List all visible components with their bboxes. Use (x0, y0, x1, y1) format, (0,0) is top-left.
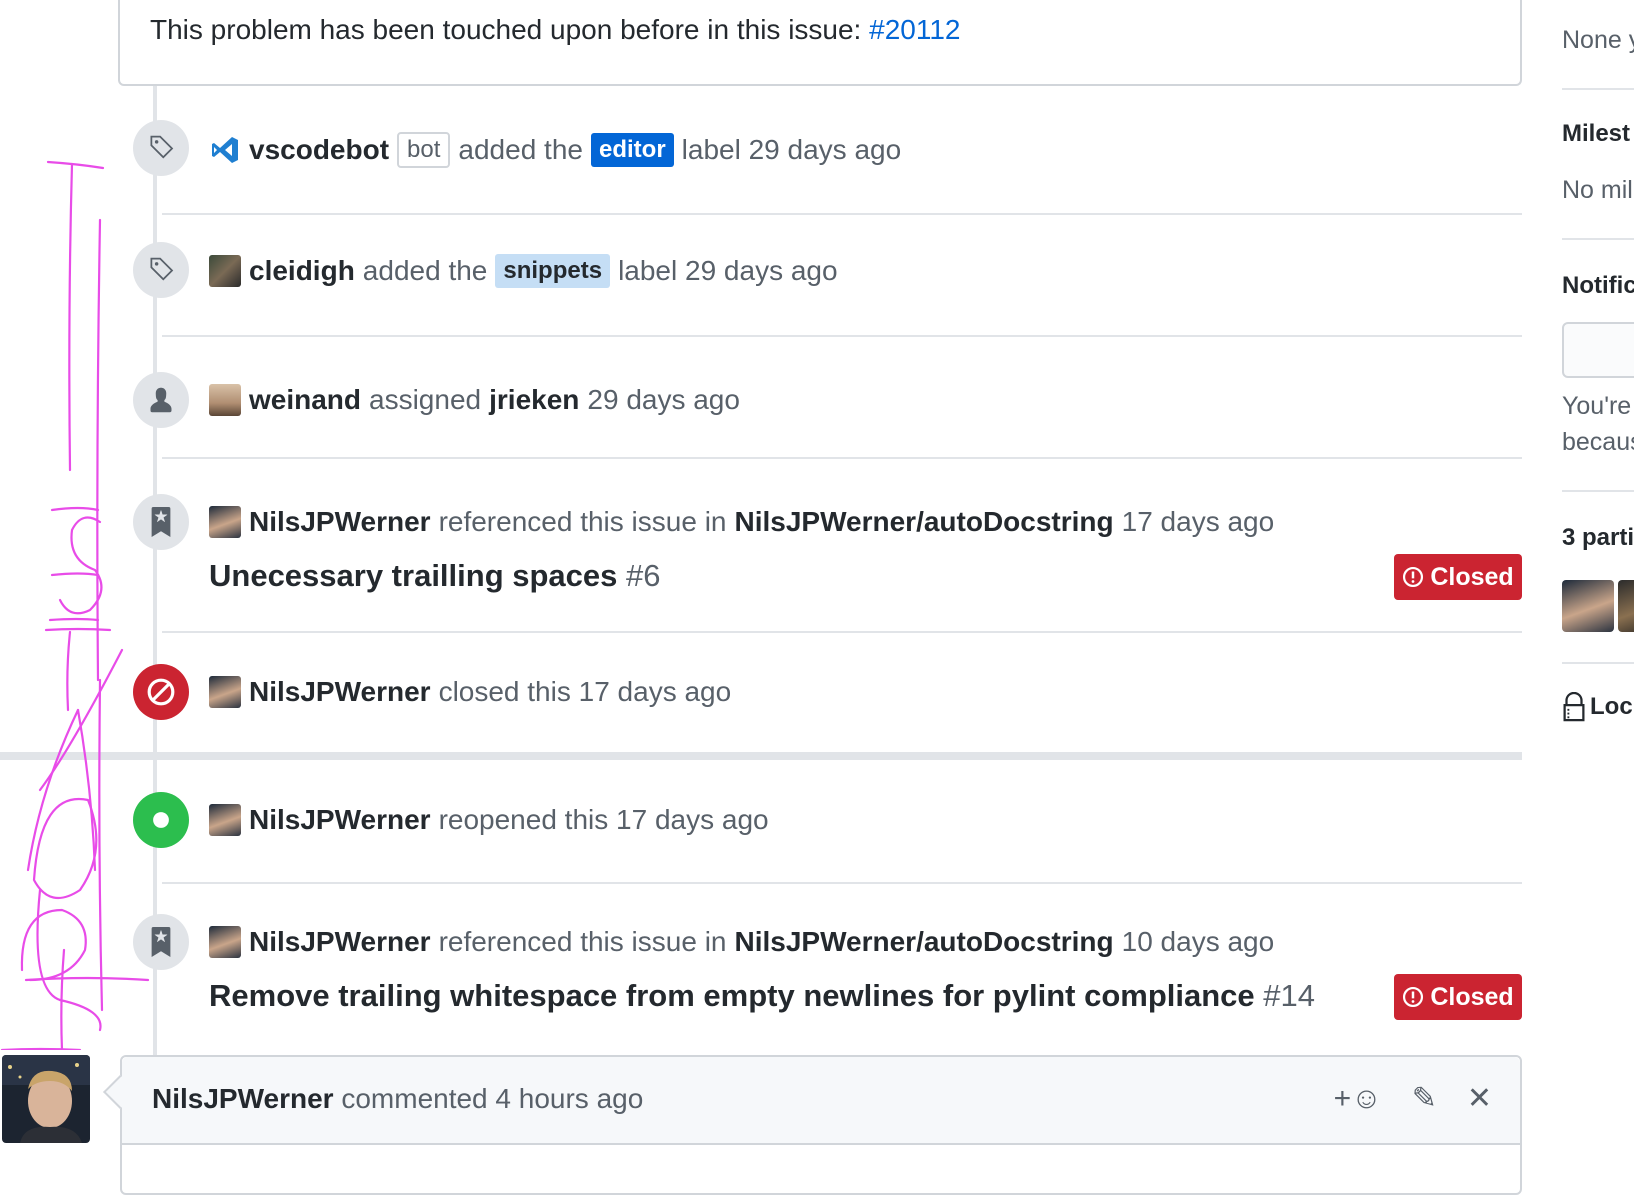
comment-box: NilsJPWerner commented 4 hours ago +☺ ✎ … (120, 1055, 1522, 1195)
comment-byline: NilsJPWerner commented 4 hours ago (152, 1083, 643, 1115)
referenced-issue-title[interactable]: Remove trailing whitespace from empty ne… (209, 978, 1315, 1014)
actor-link[interactable]: vscodebot (249, 134, 389, 166)
milestone-value: No mil (1562, 176, 1633, 204)
event-time[interactable]: 10 days ago (1122, 926, 1275, 958)
sidebar-divider (1562, 662, 1634, 664)
avatar[interactable] (209, 255, 241, 287)
event-verb: added the (458, 134, 583, 165)
actor-link[interactable]: NilsJPWerner (249, 804, 431, 836)
state-change-divider (0, 752, 1522, 760)
milestone-heading[interactable]: Milest (1562, 120, 1630, 148)
label-snippets[interactable]: snippets (495, 254, 611, 288)
comment-author-link[interactable]: NilsJPWerner (152, 1083, 334, 1114)
timeline-event: NilsJPWerner referenced this issue in Ni… (133, 914, 1522, 1044)
dot-icon (133, 792, 189, 848)
event-verb: referenced this issue in (438, 926, 727, 957)
subscribe-button[interactable] (1562, 322, 1634, 378)
bot-tag: bot (397, 132, 451, 168)
notify-reason-line1: You're (1562, 392, 1632, 420)
timeline-event: NilsJPWerner closed this 17 days ago (133, 664, 1522, 734)
avatar[interactable] (209, 384, 241, 416)
status-text: Closed (1430, 562, 1514, 591)
referenced-issue-title[interactable]: Unecessary trailling spaces #6 (209, 558, 661, 594)
add-reaction-icon[interactable]: +☺ (1334, 1082, 1382, 1116)
tag-icon (133, 120, 189, 176)
ref-number[interactable]: #14 (1263, 978, 1315, 1013)
event-time[interactable]: label 29 days ago (682, 134, 902, 166)
status-text: Closed (1430, 982, 1514, 1011)
comment-author-avatar[interactable] (2, 1055, 90, 1143)
actor-link[interactable]: cleidigh (249, 255, 355, 287)
participants-heading: 3 parti (1562, 524, 1634, 551)
timeline-event: cleidigh added the snippets label 29 day… (133, 242, 1522, 334)
sidebar-divider (1562, 88, 1634, 90)
tag-icon (133, 242, 189, 298)
closed-status-badge: Closed (1394, 974, 1522, 1020)
event-verb: referenced this issue in (438, 506, 727, 537)
circle-slash-icon (133, 664, 189, 720)
event-verb: added the (362, 255, 488, 286)
close-icon[interactable]: ✕ (1467, 1081, 1492, 1116)
divider (162, 335, 1522, 337)
comment-header: NilsJPWerner commented 4 hours ago +☺ ✎ … (122, 1057, 1520, 1145)
divider (162, 882, 1522, 884)
event-time[interactable]: label 29 days ago (618, 255, 838, 287)
sidebar-divider (1562, 490, 1634, 492)
avatar[interactable] (209, 676, 241, 708)
actor-link[interactable]: NilsJPWerner (249, 676, 431, 708)
event-verb: closed this 17 days ago (438, 676, 732, 707)
lock-icon (1563, 692, 1585, 722)
avatar[interactable] (209, 926, 241, 958)
assignees-value: None y (1562, 26, 1634, 54)
label-editor[interactable]: editor (590, 133, 674, 167)
closed-status-badge: Closed (1394, 554, 1522, 600)
comment-body-text: This problem has been touched upon befor… (150, 14, 960, 46)
timeline-event: NilsJPWerner reopened this 17 days ago (133, 792, 1522, 862)
divider (162, 457, 1522, 459)
ref-title-text[interactable]: Unecessary trailling spaces (209, 558, 617, 593)
closed-issue-icon (1403, 566, 1424, 588)
closed-issue-icon (1403, 986, 1424, 1008)
timeline-event: vscodebot bot added the editor label 29 … (133, 120, 1522, 212)
previous-comment-box: This problem has been touched upon befor… (118, 0, 1522, 86)
timeline-event: weinand assigned jrieken 29 days ago (133, 372, 1522, 464)
participant-avatar[interactable] (1618, 580, 1634, 632)
comment-text: This problem has been touched upon befor… (150, 14, 870, 45)
ref-title-text[interactable]: Remove trailing whitespace from empty ne… (209, 978, 1255, 1013)
divider (162, 631, 1522, 633)
comment-timestamp[interactable]: commented 4 hours ago (341, 1083, 643, 1114)
lock-conversation[interactable]: Loc (1562, 692, 1633, 722)
bookmark-icon (133, 494, 189, 550)
issue-link[interactable]: #20112 (869, 14, 960, 45)
person-icon (133, 372, 189, 428)
actor-link[interactable]: weinand (249, 384, 361, 416)
timeline-event: NilsJPWerner referenced this issue in Ni… (133, 494, 1522, 624)
event-time[interactable]: 29 days ago (587, 384, 740, 416)
notifications-heading: Notific (1562, 272, 1634, 299)
vscode-logo-icon (209, 134, 241, 166)
avatar[interactable] (209, 804, 241, 836)
participant-avatar[interactable] (1562, 580, 1614, 632)
avatar[interactable] (209, 506, 241, 538)
repo-link[interactable]: NilsJPWerner/autoDocstring (735, 926, 1114, 958)
repo-link[interactable]: NilsJPWerner/autoDocstring (735, 506, 1114, 538)
actor-link[interactable]: NilsJPWerner (249, 926, 431, 958)
edit-pencil-icon[interactable]: ✎ (1412, 1081, 1437, 1116)
event-verb: assigned (369, 384, 482, 415)
lock-text[interactable]: Loc (1590, 693, 1633, 721)
assignee-link[interactable]: jrieken (489, 384, 579, 416)
sidebar-divider (1562, 238, 1634, 240)
ref-number[interactable]: #6 (626, 558, 660, 593)
sidebar: None y Milest No mil Notific You're beca… (1562, 0, 1634, 1170)
notify-reason-line2: becaus (1562, 428, 1634, 456)
event-time[interactable]: 17 days ago (1122, 506, 1275, 538)
actor-link[interactable]: NilsJPWerner (249, 506, 431, 538)
divider (162, 213, 1522, 215)
event-verb: reopened this 17 days ago (438, 804, 769, 835)
bookmark-icon (133, 914, 189, 970)
